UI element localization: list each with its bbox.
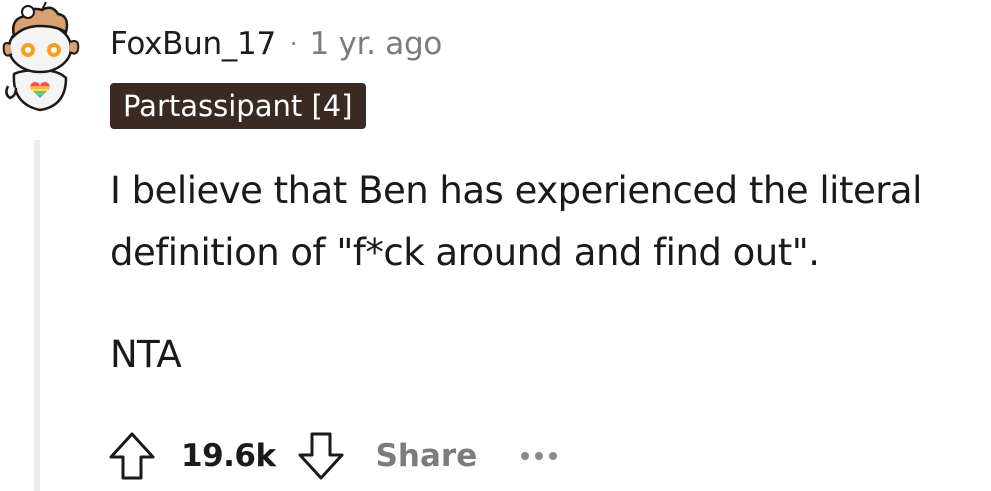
more-options-icon: [521, 452, 530, 460]
more-options-button[interactable]: [521, 436, 558, 476]
vote-score: 19.6k: [181, 438, 276, 474]
share-button[interactable]: Share: [376, 438, 478, 474]
user-avatar[interactable]: [0, 0, 86, 116]
comment-timestamp[interactable]: 1 yr. ago: [310, 26, 443, 62]
comment-paragraph: NTA: [110, 333, 182, 376]
upvote-button[interactable]: [105, 429, 159, 483]
arrow-down-icon: [298, 432, 344, 480]
downvote-button[interactable]: [294, 429, 348, 483]
more-options-icon: [549, 452, 558, 460]
comment-paragraph: I believe that Ben has experienced the l…: [110, 169, 922, 274]
comment-body: I believe that Ben has experienced the l…: [110, 160, 988, 386]
comment-header: FoxBun_17 · 1 yr. ago: [110, 22, 442, 66]
arrow-up-icon: [109, 432, 155, 480]
user-flair: Partassipant [4]: [110, 83, 366, 129]
comment-actions: 19.6k Share: [105, 424, 558, 488]
author-name[interactable]: FoxBun_17: [110, 26, 276, 62]
more-options-icon: [535, 452, 544, 460]
snoo-avatar-icon: [2, 1, 80, 112]
meta-separator: ·: [289, 30, 298, 58]
thread-line[interactable]: [34, 140, 40, 491]
